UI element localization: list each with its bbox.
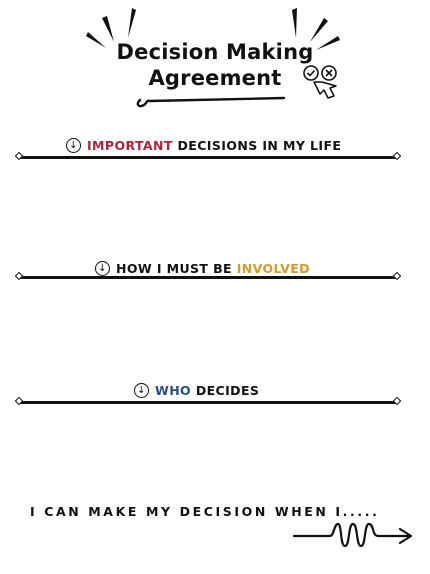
divider-line (14, 396, 402, 406)
diamond-end (392, 151, 402, 161)
page-title-line-1: Decision Making (116, 40, 314, 64)
heading-text: How I must be (116, 261, 237, 276)
heading-accent: Who (155, 383, 192, 398)
section-heading-who-decides: ↓ Who decides (134, 383, 259, 398)
diamond-end (392, 271, 402, 281)
divider-line (14, 151, 402, 161)
squiggle-arrow-icon (292, 522, 413, 548)
diamond-end (14, 396, 24, 406)
heading-accent: Important (87, 138, 173, 153)
diamond-end (392, 396, 402, 406)
footer-prompt-text: I can make my decision when I..... (30, 504, 380, 519)
title-underline-flourish (136, 96, 286, 108)
circle-down-arrow-icon: ↓ (95, 261, 110, 276)
diamond-end (14, 271, 24, 281)
heading-text: decides (191, 383, 260, 398)
heading-text: decisions in my life (172, 138, 342, 153)
heading-accent: involved (236, 261, 310, 276)
page-title-line-2: Agreement (148, 66, 282, 90)
circle-down-arrow-icon: ↓ (134, 383, 149, 398)
section-heading-important: ↓ Important decisions in my life (66, 138, 341, 153)
section-heading-involved: ↓ How I must be involved (95, 261, 310, 276)
circle-down-arrow-icon: ↓ (66, 138, 81, 153)
diamond-end (14, 151, 24, 161)
divider-line (14, 271, 402, 281)
decision-hand-icon (303, 65, 337, 99)
